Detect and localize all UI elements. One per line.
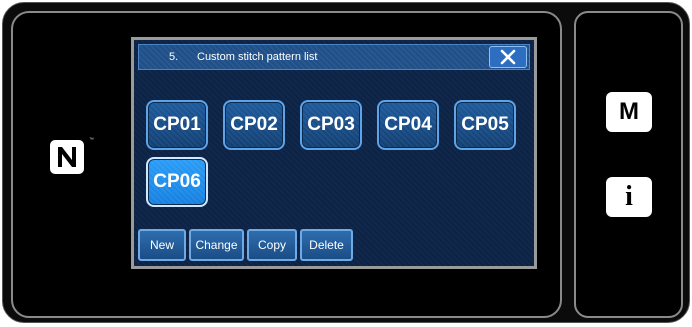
pattern-button-cp04[interactable]: CP04 <box>377 100 439 150</box>
pattern-button-cp02[interactable]: CP02 <box>223 100 285 150</box>
pattern-button-cp05[interactable]: CP05 <box>454 100 516 150</box>
side-button-frame: M i <box>574 11 683 318</box>
nfc-icon <box>50 140 84 174</box>
nfc-trademark: ™ <box>89 137 94 143</box>
dialog-number: 5. <box>169 51 179 63</box>
new-button[interactable]: New <box>138 229 186 261</box>
pattern-list-dialog: 5. Custom stitch pattern list CP01 CP02 … <box>131 37 537 269</box>
mode-button[interactable]: M <box>606 92 652 132</box>
close-button[interactable] <box>489 46 527 68</box>
change-button[interactable]: Change <box>189 229 244 261</box>
pattern-button-cp06[interactable]: CP06 <box>146 157 208 207</box>
info-button[interactable]: i <box>606 177 652 217</box>
pattern-button-cp01[interactable]: CP01 <box>146 100 208 150</box>
delete-button[interactable]: Delete <box>300 229 353 261</box>
pattern-button-cp03[interactable]: CP03 <box>300 100 362 150</box>
close-icon <box>500 49 516 65</box>
dialog-titlebar: 5. Custom stitch pattern list <box>138 44 530 70</box>
dialog-title: Custom stitch pattern list <box>197 51 318 63</box>
copy-button[interactable]: Copy <box>247 229 297 261</box>
